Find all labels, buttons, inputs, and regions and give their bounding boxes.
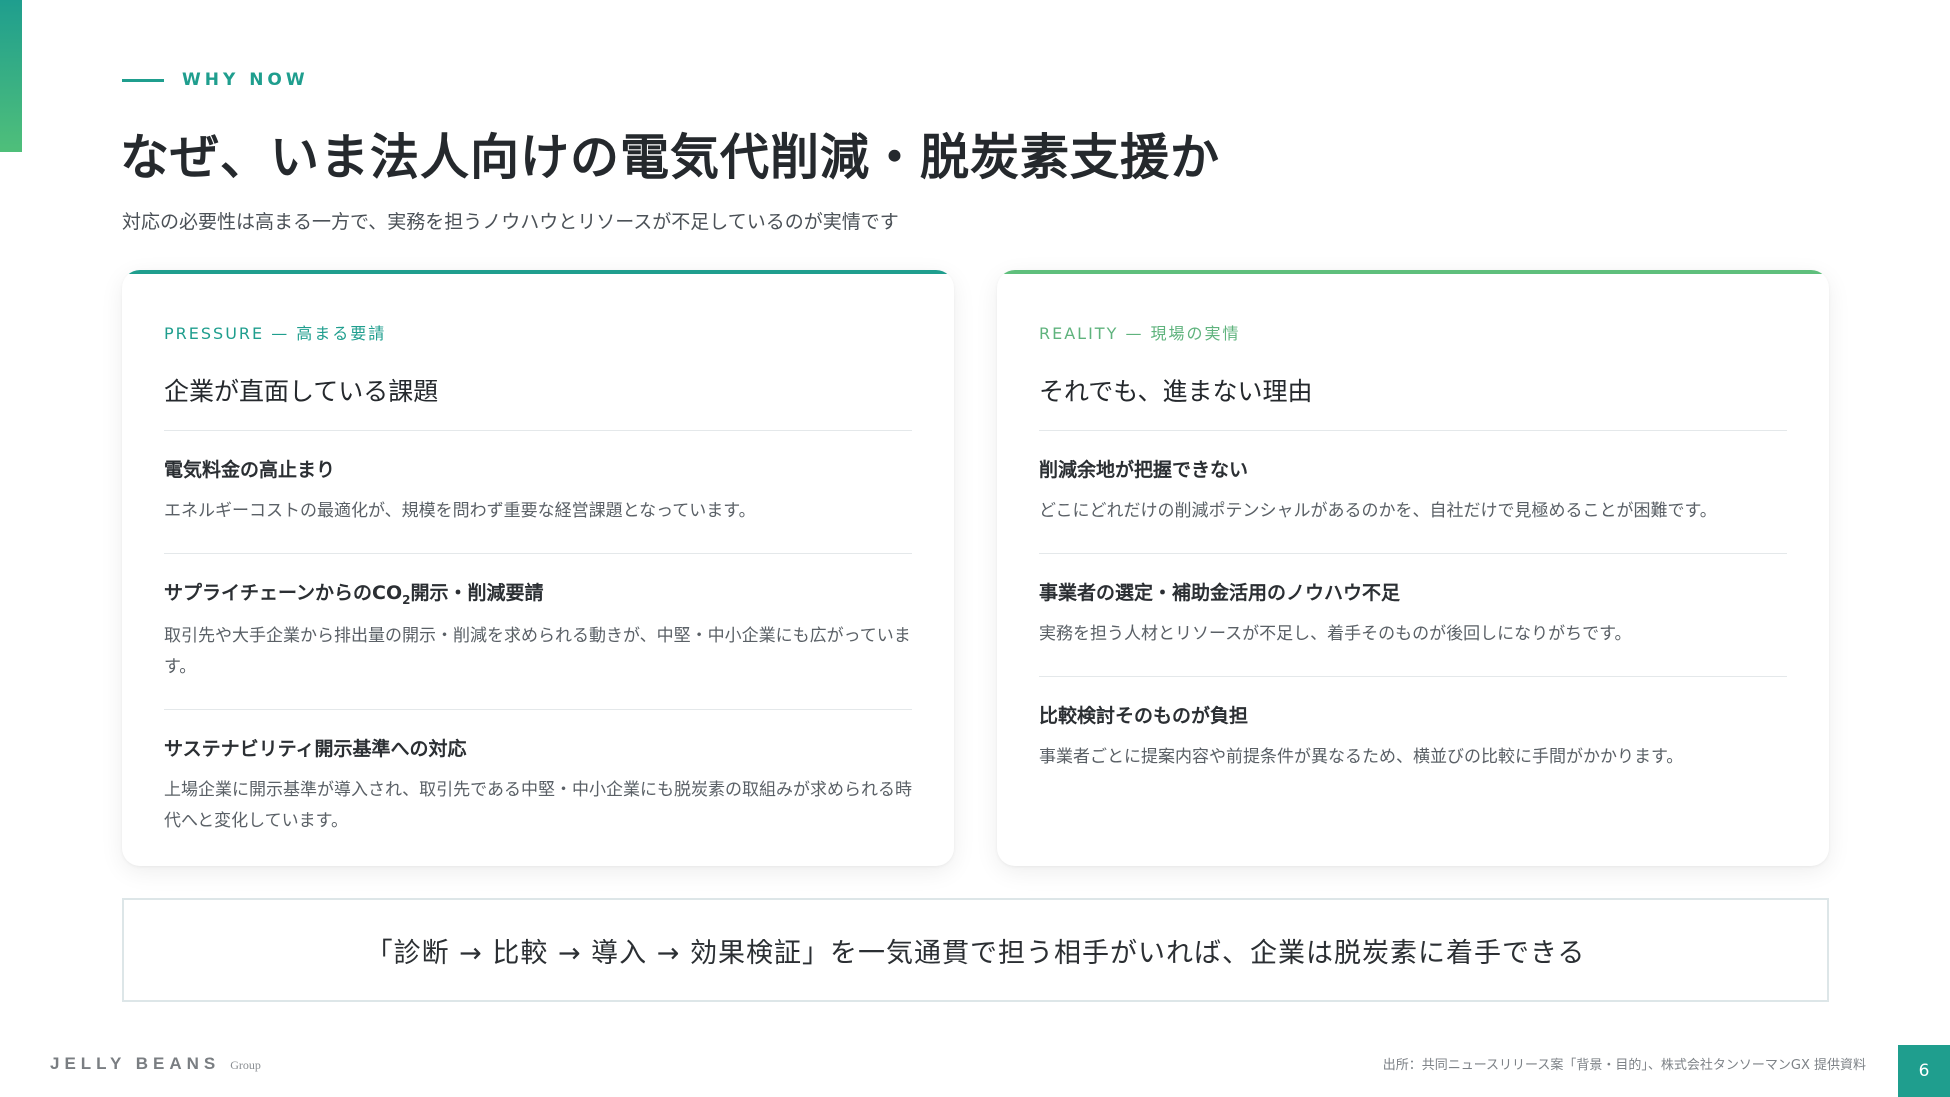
eyebrow: WHY NOW bbox=[122, 70, 309, 90]
item-title: 比較検討そのものが負担 bbox=[1039, 705, 1249, 727]
item-title-part: 開示・削減要請 bbox=[410, 582, 544, 604]
page-number: 6 bbox=[1898, 1045, 1950, 1097]
item-title: サプライチェーンからのCO2開示・削減要請 bbox=[164, 578, 912, 607]
conclusion-banner: 「診断 → 比較 → 導入 → 効果検証」を一気通貫で担う相手がいれば、企業は脱… bbox=[122, 898, 1829, 1002]
logo-main: JELLY BEANS bbox=[50, 1054, 221, 1073]
item-desc: どこにどれだけの削減ポテンシャルがあるのかを、自社だけで見極めることが困難です。 bbox=[1039, 501, 1717, 521]
list-item: 事業者の選定・補助金活用のノウハウ不足 実務を担う人材とリソースが不足し、着手そ… bbox=[1039, 554, 1787, 677]
list-item: サプライチェーンからのCO2開示・削減要請 取引先や大手企業から排出量の開示・削… bbox=[164, 554, 912, 710]
item-desc: 事業者ごとに提案内容や前提条件が異なるため、横並びの比較に手間がかかります。 bbox=[1039, 747, 1684, 767]
list-item: 削減余地が把握できない どこにどれだけの削減ポテンシャルがあるのかを、自社だけで… bbox=[1039, 431, 1787, 554]
list-item: 比較検討そのものが負担 事業者ごとに提案内容や前提条件が異なるため、横並びの比較… bbox=[1039, 677, 1787, 799]
banner-text: 「診断 → 比較 → 導入 → 効果検証」を一気通貫で担う相手がいれば、企業は脱… bbox=[365, 937, 1586, 969]
item-title-part: サプライチェーンからのCO bbox=[164, 582, 403, 604]
accent-bar bbox=[0, 0, 22, 152]
card-label: REALITY — 現場の実情 bbox=[1039, 324, 1241, 343]
list-item: 電気料金の高止まり エネルギーコストの最適化が、規模を問わず重要な経営課題となっ… bbox=[164, 431, 912, 554]
reality-card: REALITY — 現場の実情 それでも、進まない理由 削減余地が把握できない … bbox=[997, 270, 1829, 866]
slide: WHY NOW なぜ、いま法人向けの電気代削減・脱炭素支援か 対応の必要性は高ま… bbox=[0, 0, 1950, 1097]
eyebrow-text: WHY NOW bbox=[182, 70, 309, 90]
source-note: 出所：共同ニュースリリース案「背景・目的」、株式会社タンソーマンGX 提供資料 bbox=[1382, 1058, 1866, 1073]
item-desc: エネルギーコストの最適化が、規模を問わず重要な経営課題となっています。 bbox=[164, 501, 756, 521]
pressure-card: PRESSURE — 高まる要請 企業が直面している課題 電気料金の高止まり エ… bbox=[122, 270, 954, 866]
card-label: PRESSURE — 高まる要請 bbox=[164, 324, 387, 343]
page-title: なぜ、いま法人向けの電気代削減・脱炭素支援か bbox=[120, 129, 1221, 186]
card-heading: それでも、進まない理由 bbox=[1039, 372, 1787, 431]
eyebrow-line bbox=[122, 78, 164, 82]
item-title-subscript: 2 bbox=[402, 592, 411, 607]
item-desc: 取引先や大手企業から排出量の開示・削減を求められる動きが、中堅・中小企業にも広が… bbox=[164, 625, 911, 677]
item-desc: 実務を担う人材とリソースが不足し、着手そのものが後回しになりがちです。 bbox=[1039, 624, 1632, 644]
item-title: 事業者の選定・補助金活用のノウハウ不足 bbox=[1039, 582, 1401, 604]
item-title: サステナビリティ開示基準への対応 bbox=[164, 737, 467, 760]
logo-sub: Group bbox=[230, 1058, 261, 1072]
list-item: サステナビリティ開示基準への対応 上場企業に開示基準が導入され、取引先である中堅… bbox=[164, 710, 912, 863]
item-title: 電気料金の高止まり bbox=[164, 459, 336, 481]
item-desc: 上場企業に開示基準が導入され、取引先である中堅・中小企業にも脱炭素の取組みが求め… bbox=[164, 779, 912, 831]
card-heading: 企業が直面している課題 bbox=[164, 372, 912, 431]
item-title: 削減余地が把握できない bbox=[1039, 459, 1249, 481]
company-logo: JELLY BEANS Group bbox=[50, 1054, 261, 1074]
page-subtitle: 対応の必要性は高まる一方で、実務を担うノウハウとリソースが不足しているのが実情で… bbox=[122, 211, 899, 233]
